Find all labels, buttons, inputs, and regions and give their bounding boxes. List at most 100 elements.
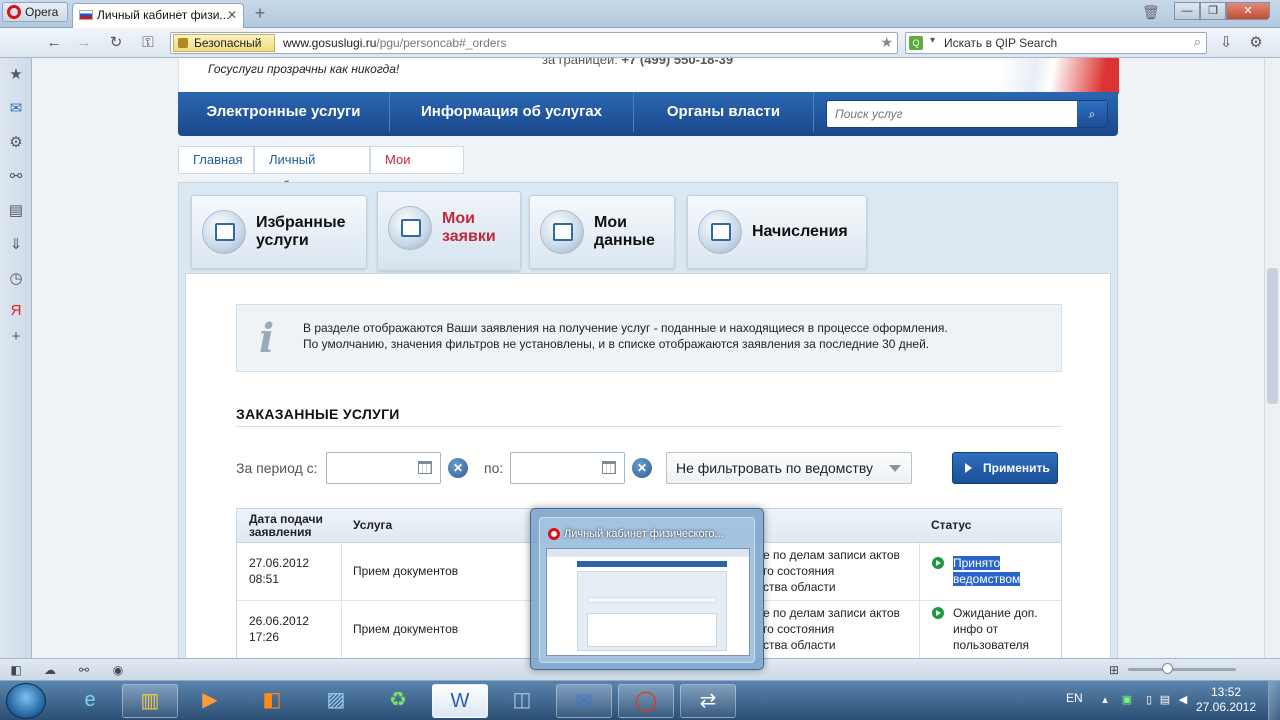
photo-viewer-icon[interactable]: ▨ [308,684,364,718]
row-service[interactable]: Прием документов [353,563,458,579]
page-scrollbar[interactable] [1264,58,1280,658]
language-indicator[interactable]: EN [1066,691,1083,705]
yandex-icon[interactable]: Я [7,302,25,320]
windows-start-button[interactable] [6,683,46,719]
thumb-info [587,597,717,603]
browser-tab-active[interactable]: Личный кабинет физи... ✕ [72,3,244,28]
row-time: 08:51 [249,572,280,586]
bookmarks-star-icon[interactable]: ★ [7,66,25,84]
file-explorer-icon[interactable]: ▥ [122,684,178,718]
search-icon: ⌕ [1088,107,1096,121]
department-filter-value: Не фильтровать по ведомству [676,460,873,476]
media-player-icon[interactable]: ▶ [182,684,238,718]
url-text[interactable]: www.gosuslugi.ru/pgu/personcab#_orders [283,35,506,51]
download-icon[interactable]: ⇩ [1216,33,1236,53]
date-to-input[interactable] [510,452,625,484]
search-button[interactable]: ⌕ [1077,101,1107,127]
unite-icon[interactable]: ⚯ [76,662,92,678]
gear-icon[interactable]: ⚙ [7,134,25,152]
panel-toggle-icon[interactable]: ◧ [8,662,24,678]
address-bar[interactable]: Безопасный www.gosuslugi.ru/pgu/personca… [170,32,898,54]
column-date[interactable]: Дата подачи заявления [249,513,339,539]
tools-icon[interactable]: ⚙ [1246,33,1266,53]
trash-icon[interactable]: 🗑 [1142,4,1160,21]
add-panel-icon[interactable]: + [7,328,25,346]
opera-taskbar-icon[interactable]: ◯ [618,684,674,718]
tab-charges[interactable]: Начисления [687,195,867,269]
key-icon[interactable]: ⚿ [138,33,158,53]
zoom-icon[interactable]: ⊞ [1106,662,1122,678]
office-icon[interactable]: ◧ [244,684,300,718]
unite-icon[interactable]: ⚯ [7,168,25,186]
breadcrumb-home[interactable]: Главная [178,146,254,174]
tray-device-icon[interactable]: ▯ [1142,693,1156,707]
restore-button[interactable]: ❐ [1200,2,1226,20]
mail-icon[interactable]: ✉ [7,100,25,118]
turbo-icon[interactable]: ◉ [110,662,126,678]
zoom-slider-track[interactable] [1128,668,1236,671]
network-icon[interactable]: ▤ [1158,693,1172,707]
show-desktop-button[interactable] [1268,681,1280,720]
windows-taskbar: e ▥ ▶ ◧ ▨ ♻ W ◫ ✉ ◯ ⇄ EN ▴ ▣ ▯ ▤ ◀ 13:52… [0,680,1280,720]
opera-menu-button[interactable]: Opera [2,2,68,22]
search-icon[interactable]: ⌕ [1194,34,1201,50]
service-search-input[interactable] [835,105,1075,123]
calendar-icon[interactable] [602,461,616,474]
opera-sidebar: ★ ✉ ⚙ ⚯ ▤ ⇓ ◷ Я + [0,58,32,658]
tab-close-icon[interactable]: ✕ [227,4,237,26]
clear-date-from-button[interactable]: ✕ [448,458,468,478]
virtualbox-icon[interactable]: ◫ [494,684,550,718]
row-service[interactable]: Прием документов [353,621,458,637]
breadcrumb-cabinet[interactable]: Личный кабинет [254,146,370,193]
department-filter-select[interactable]: Не фильтровать по ведомству [666,452,912,484]
tray-expand-icon[interactable]: ▴ [1098,693,1112,707]
forward-arrow-icon[interactable]: → [74,33,94,53]
security-badge[interactable]: Безопасный [173,34,275,52]
downloads-icon[interactable]: ⇓ [7,236,25,254]
recycle-app-icon[interactable]: ♻ [370,684,426,718]
internet-explorer-icon[interactable]: e [62,684,118,718]
section-divider [236,426,1062,427]
security-label: Безопасный [194,36,262,50]
info-line-1: В разделе отображаются Ваши заявления на… [303,321,948,335]
scrollbar-thumb[interactable] [1267,268,1278,404]
nav-electronic-services[interactable]: Электронные услуги [178,92,390,132]
tab-preview-thumbnail[interactable] [546,548,750,656]
window-close-button[interactable]: ✕ [1226,2,1270,20]
zoom-slider-knob[interactable] [1162,663,1173,674]
qip-search-placeholder: Искать в QIP Search [944,36,1058,50]
nav-service-info[interactable]: Информация об услугах [390,92,634,132]
status-line-3: пользователя [953,638,1029,652]
apply-button[interactable]: Применить [952,452,1058,484]
column-status[interactable]: Статус [931,519,971,532]
thumb-table [587,613,717,647]
bookmark-star-icon[interactable]: ★ [880,34,893,51]
qip-search-field[interactable]: Q ▾ Искать в QIP Search ⌕ [905,32,1207,54]
teamviewer-icon[interactable]: ⇄ [680,684,736,718]
minimize-button[interactable]: — [1174,2,1200,20]
nav-authorities[interactable]: Органы власти [634,92,814,132]
volume-icon[interactable]: ◀ [1176,693,1190,707]
cloud-icon[interactable]: ☁ [42,662,58,678]
tab-mydata[interactable]: Мои данные [529,195,675,269]
tray-app-icon[interactable]: ▣ [1120,693,1134,707]
site-slogan: Госуслуги прозрачны как никогда! [208,62,400,76]
reload-icon[interactable]: ↻ [106,33,126,53]
tab-favorites[interactable]: Избранные услуги [191,195,367,269]
chevron-down-icon[interactable]: ▾ [930,35,935,46]
calendar-icon[interactable] [418,461,432,474]
history-clock-icon[interactable]: ◷ [7,270,25,288]
row-department-3: ства области [763,580,836,594]
clock-date: 27.06.2012 [1195,700,1257,714]
back-arrow-icon[interactable]: ← [44,33,64,53]
date-from-input[interactable] [326,452,441,484]
new-tab-button[interactable]: + [250,3,270,23]
clear-date-to-button[interactable]: ✕ [632,458,652,478]
tab-preview-frame[interactable]: Личный кабинет физического... [539,517,755,663]
tab-orders[interactable]: Мои заявки [377,191,521,271]
column-service[interactable]: Услуга [353,519,392,532]
thunderbird-icon[interactable]: ✉ [556,684,612,718]
system-clock[interactable]: 13:52 27.06.2012 [1194,685,1258,715]
notes-icon[interactable]: ▤ [7,202,25,220]
word-icon[interactable]: W [432,684,488,718]
